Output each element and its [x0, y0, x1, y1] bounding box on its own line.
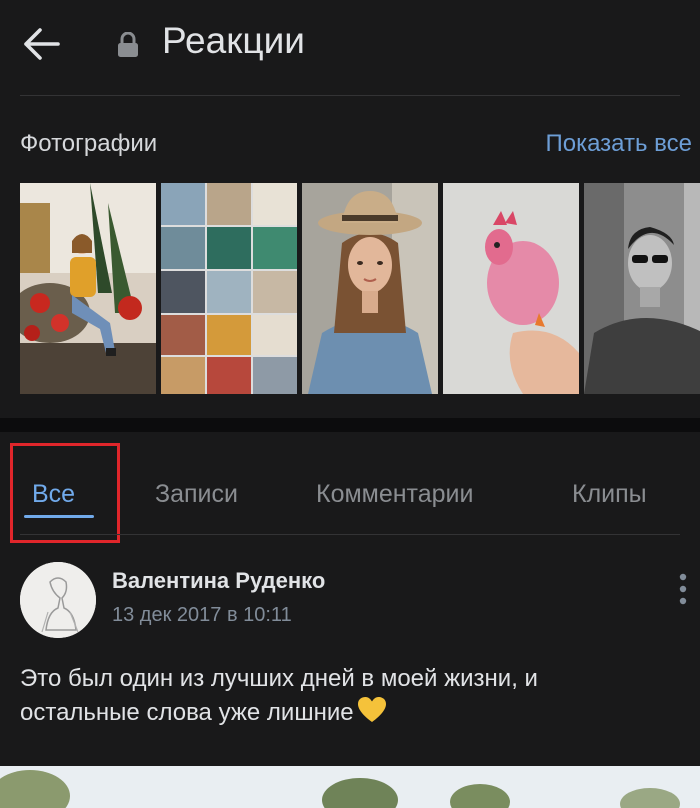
photos-strip [20, 183, 700, 394]
post-text-content: Это был один из лучших дней в моей жизни… [20, 665, 538, 726]
post-date[interactable]: 13 дек 2017 в 10:11 [112, 604, 292, 627]
post-image[interactable] [0, 766, 700, 808]
photo-man-sunglasses[interactable] [584, 183, 700, 394]
highlight-box [10, 443, 120, 543]
photo-woman-flowers[interactable] [20, 183, 156, 394]
tab-posts[interactable]: Записи [155, 480, 238, 509]
page-title: Реакции [162, 20, 305, 61]
photo-pink-toy[interactable] [443, 183, 579, 394]
app-header: Реакции [0, 0, 700, 95]
photos-section-title: Фотографии [20, 130, 158, 157]
show-all-link[interactable]: Показать все [545, 130, 692, 158]
section-separator [0, 418, 700, 432]
tab-comments[interactable]: Комментарии [316, 480, 473, 509]
photo-woman-hat[interactable] [302, 183, 438, 394]
yellow-heart-icon [357, 696, 387, 724]
arrow-left-icon[interactable] [22, 26, 62, 62]
tab-clips[interactable]: Клипы [572, 480, 647, 509]
header-divider [20, 95, 680, 96]
more-vertical-icon[interactable] [676, 572, 690, 606]
post-author[interactable]: Валентина Руденко [112, 568, 325, 594]
tabs-divider [20, 534, 680, 535]
lock-icon [116, 31, 140, 58]
avatar[interactable] [20, 562, 96, 638]
photo-collage[interactable] [161, 183, 297, 394]
post-text: Это был один из лучших дней в моей жизни… [20, 662, 660, 730]
